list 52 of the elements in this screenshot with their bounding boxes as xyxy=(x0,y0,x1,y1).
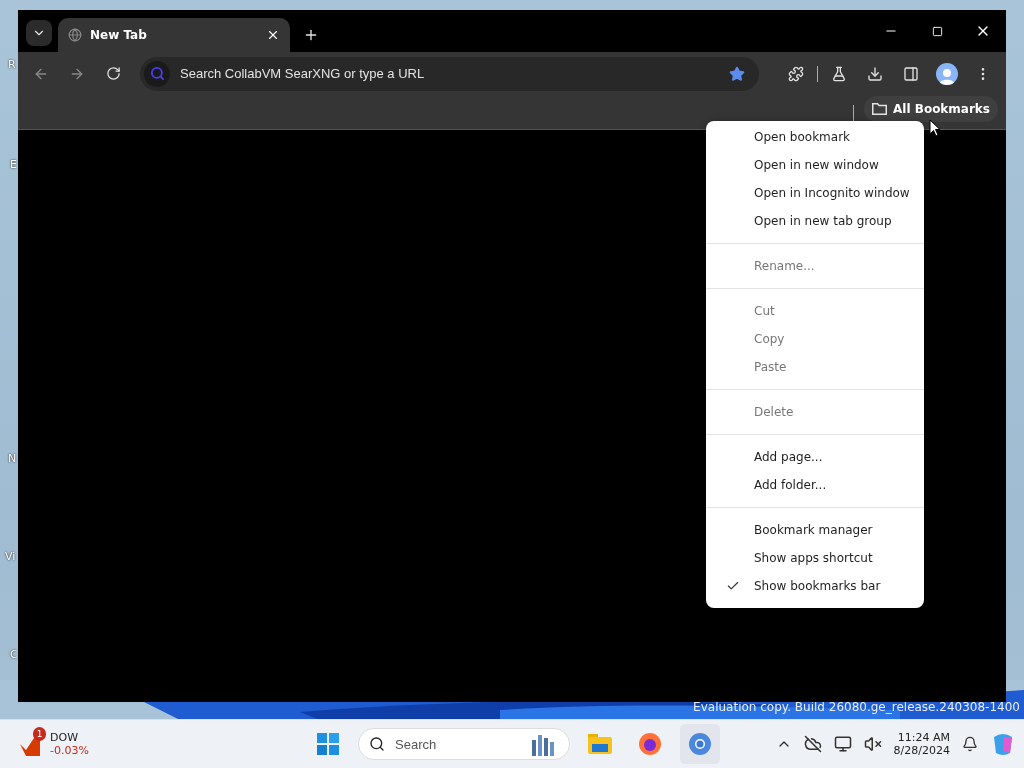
speaker-muted-icon[interactable] xyxy=(863,735,882,753)
avatar-icon xyxy=(936,62,958,85)
menu-item[interactable]: Show bookmarks bar xyxy=(706,572,924,600)
desktop-icon-label: Vi xyxy=(5,550,16,563)
chrome-button[interactable] xyxy=(680,724,720,764)
reload-icon xyxy=(105,66,121,81)
search-engine-icon xyxy=(144,60,170,87)
menu-item[interactable]: Open in new tab group xyxy=(706,207,924,235)
mouse-cursor-icon xyxy=(929,119,941,137)
search-icon xyxy=(369,736,385,752)
browser-tab[interactable]: New Tab xyxy=(58,18,290,52)
menu-item[interactable]: Open in Incognito window xyxy=(706,179,924,207)
folder-icon xyxy=(872,103,888,115)
tab-title: New Tab xyxy=(90,28,148,42)
folder-icon xyxy=(588,734,612,754)
browser-logo-icon xyxy=(688,732,712,756)
download-icon xyxy=(867,65,883,82)
all-bookmarks-button[interactable]: All Bookmarks xyxy=(864,96,998,122)
menu-item[interactable]: Open bookmark xyxy=(706,123,924,151)
checkmark-icon xyxy=(726,579,740,593)
maximize-icon xyxy=(931,25,943,37)
desktop-icon-label: N xyxy=(8,452,17,465)
browser-logo-icon xyxy=(638,732,662,756)
menu-item[interactable]: Add folder... xyxy=(706,471,924,499)
cloud-off-icon[interactable] xyxy=(803,735,822,753)
monitor-icon[interactable] xyxy=(833,735,852,753)
stock-name: DOW xyxy=(50,731,79,744)
stock-change: -0.03% xyxy=(50,744,89,757)
windows-logo-icon xyxy=(317,733,339,755)
menu-item[interactable]: Show apps shortcut xyxy=(706,544,924,572)
desktop-icon-label: E xyxy=(10,158,17,171)
notification-badge: 1 xyxy=(33,727,46,741)
menu-item[interactable]: Bookmark manager xyxy=(706,516,924,544)
globe-icon xyxy=(68,28,82,42)
menu-item[interactable]: Open in new window xyxy=(706,151,924,179)
star-icon[interactable] xyxy=(729,65,745,82)
bell-icon[interactable] xyxy=(962,736,978,752)
close-icon[interactable] xyxy=(266,28,280,42)
plus-icon xyxy=(303,27,319,43)
address-bar[interactable]: Search CollabVM SearXNG or type a URL xyxy=(140,56,759,91)
desktop-icon-label: C xyxy=(10,648,18,661)
taskbar-search-field[interactable]: Search xyxy=(358,728,570,760)
stock-widget[interactable]: 1 DOW -0.03% xyxy=(18,730,308,758)
desktop-icon-label: R xyxy=(8,58,16,71)
side-panel-icon xyxy=(903,65,919,82)
watermark-text: Evaluation copy. Build 26080.ge_release.240308-1400 xyxy=(693,700,1020,714)
flask-icon xyxy=(831,65,847,82)
clock[interactable]: 11:24 AM 8/28/2024 xyxy=(893,731,950,757)
tab-search-button[interactable] xyxy=(26,20,52,46)
search-input[interactable]: Search xyxy=(393,735,477,753)
puzzle-icon xyxy=(788,65,804,82)
menu-item[interactable]: Add page... xyxy=(706,443,924,471)
